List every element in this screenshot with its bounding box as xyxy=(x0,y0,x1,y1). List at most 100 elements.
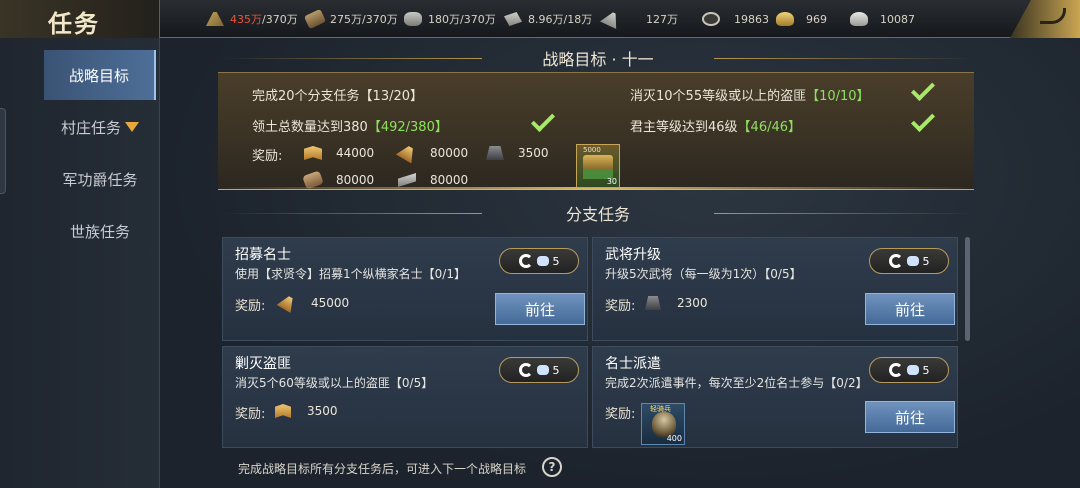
objective-2: 消灭10个55等级或以上的盗匪【10/10】 xyxy=(630,85,870,104)
help-button[interactable]: ? xyxy=(542,457,562,477)
gear-reward-icon xyxy=(398,173,416,187)
reward-label: 奖励: xyxy=(252,149,283,164)
objective-progress: 【13/20】 xyxy=(359,89,424,104)
strategy-reward-iron: 3500 xyxy=(486,146,549,160)
iron-icon xyxy=(504,12,522,26)
sidebar-item-label: 村庄任务 xyxy=(60,118,121,137)
task-desc: 消灭5个60等级或以上的盗匪【0/5】 xyxy=(235,376,434,390)
checkmark-icon xyxy=(910,107,936,133)
reward-chest[interactable]: 5000 30 xyxy=(576,144,620,188)
copper-coin-icon xyxy=(702,12,720,26)
resource-stone-cap: /370万 xyxy=(460,13,496,26)
sidebar-item-label: 世族任务 xyxy=(69,222,130,241)
refresh-button[interactable]: 5 xyxy=(499,248,579,274)
refresh-button[interactable]: 5 xyxy=(869,357,949,383)
page-title: 任务 xyxy=(48,9,100,38)
checkmark-icon xyxy=(530,107,556,133)
task-card-recruit: 招募名士 使用【求贤令】招募1个纵横家名士【0/1】 5 奖励: 45000 前… xyxy=(222,237,588,341)
book-reward-icon xyxy=(275,404,291,418)
strategy-title-text: 战略目标 · 十一 xyxy=(542,50,654,69)
refresh-count: 5 xyxy=(552,254,560,268)
objective-4: 君主等级达到46级【46/46】 xyxy=(630,116,801,135)
objective-text: 完成20个分支任务 xyxy=(252,89,360,104)
refresh-icon xyxy=(518,363,533,377)
go-button-label: 前往 xyxy=(524,300,555,319)
strategy-title: 战略目标 · 十一 xyxy=(222,46,974,70)
reward-label: 奖励: xyxy=(605,299,636,314)
feather-reward-icon xyxy=(277,293,298,313)
task-card-upgrade-general: 武将升级 升级5次武将（每一级为1次）【0/5】 5 奖励: 2300 前往 xyxy=(592,237,958,341)
go-button[interactable]: 前往 xyxy=(495,293,585,325)
go-button-label: 前往 xyxy=(894,408,925,427)
go-button[interactable]: 前往 xyxy=(865,293,955,325)
resource-grain-cap: /370万 xyxy=(262,13,298,26)
resource-wood-amount: 275万 xyxy=(330,13,362,26)
strategy-reward-wood: 80000 xyxy=(302,170,374,190)
branch-title: 分支任务 xyxy=(222,201,974,225)
task-card-dispatch: 名士派遣 完成2次派遣事件，每次至少2位名士参与【0/2】 5 奖励: 轻骑兵 … xyxy=(592,346,958,448)
resource-copper: 19863 xyxy=(702,10,769,28)
task-title: 名士派遣 xyxy=(605,356,661,372)
silver-ingot-icon xyxy=(850,12,868,26)
scrollbar[interactable] xyxy=(965,237,970,341)
resource-wood: 275万/370万 xyxy=(303,8,398,30)
resource-copper-amount: 19863 xyxy=(734,12,769,26)
go-button-label: 前往 xyxy=(894,300,925,319)
hand-icon xyxy=(536,365,549,375)
sidebar-edge-handle xyxy=(0,108,6,194)
task-desc: 升级5次武将（每一级为1次）【0/5】 xyxy=(605,267,802,281)
reward-amount: 80000 xyxy=(430,173,469,187)
refresh-icon xyxy=(518,254,533,268)
resource-silver: 10087 xyxy=(850,10,915,28)
resource-iron-cap: /18万 xyxy=(563,13,593,26)
dropdown-arrow-icon xyxy=(125,122,139,132)
refresh-icon xyxy=(888,254,903,268)
reward-item-count: 400 xyxy=(666,434,682,443)
sidebar-item-strategy[interactable]: 战略目标 xyxy=(44,50,156,100)
resource-feather: 127万 xyxy=(602,10,678,28)
chest-label: 5000 xyxy=(583,146,601,154)
help-icon: ? xyxy=(548,460,556,474)
strategy-reward-gear: 80000 xyxy=(398,173,468,187)
refresh-count: 5 xyxy=(922,254,930,268)
top-bar: 任务 435万/370万 275万/370万 180万/370万 8.96万/1… xyxy=(0,0,1080,38)
wheat-icon xyxy=(206,12,224,26)
chest-count: 30 xyxy=(606,177,617,186)
wood-reward-icon xyxy=(302,170,324,190)
footer-hint: 完成战略目标所有分支任务后，可进入下一个战略目标 xyxy=(238,462,527,476)
objective-text: 消灭10个55等级或以上的盗匪 xyxy=(630,89,807,104)
resource-silver-amount: 10087 xyxy=(880,12,915,26)
book-reward-icon xyxy=(304,146,322,160)
sidebar-item-clan[interactable]: 世族任务 xyxy=(44,206,156,256)
resource-iron: 8.96万/18万 xyxy=(504,10,592,28)
reward-item[interactable]: 轻骑兵 400 xyxy=(641,403,685,445)
resource-gold: 969 xyxy=(776,10,827,28)
branch-title-text: 分支任务 xyxy=(565,205,630,224)
back-arrow-icon xyxy=(1040,8,1066,24)
reward-amount: 2300 xyxy=(677,296,708,310)
refresh-count: 5 xyxy=(552,363,560,377)
reward-label: 奖励: xyxy=(235,407,266,422)
task-reward: 2300 xyxy=(645,296,708,310)
reward-label: 奖励: xyxy=(235,299,266,314)
hand-icon xyxy=(536,256,549,266)
resource-iron-amount: 8.96万 xyxy=(528,13,564,26)
sidebar-item-village[interactable]: 村庄任务 xyxy=(44,102,156,152)
sidebar-item-label: 军功爵任务 xyxy=(62,170,138,189)
objective-text: 领土总数量达到380 xyxy=(252,120,368,135)
wood-icon xyxy=(303,8,327,30)
objective-1: 完成20个分支任务【13/20】 xyxy=(252,85,423,104)
task-title: 招募名士 xyxy=(235,247,291,263)
refresh-button[interactable]: 5 xyxy=(869,248,949,274)
iron-reward-icon xyxy=(645,296,661,310)
feather-reward-icon xyxy=(396,142,419,163)
reward-amount: 80000 xyxy=(430,146,469,160)
resource-gold-amount: 969 xyxy=(806,12,827,26)
hand-icon xyxy=(906,365,919,375)
refresh-button[interactable]: 5 xyxy=(499,357,579,383)
back-button[interactable] xyxy=(1010,0,1080,38)
go-button[interactable]: 前往 xyxy=(865,401,955,433)
resource-wood-cap: /370万 xyxy=(362,13,398,26)
sidebar-item-military-rank[interactable]: 军功爵任务 xyxy=(44,154,156,204)
reward-amount: 3500 xyxy=(518,146,549,160)
